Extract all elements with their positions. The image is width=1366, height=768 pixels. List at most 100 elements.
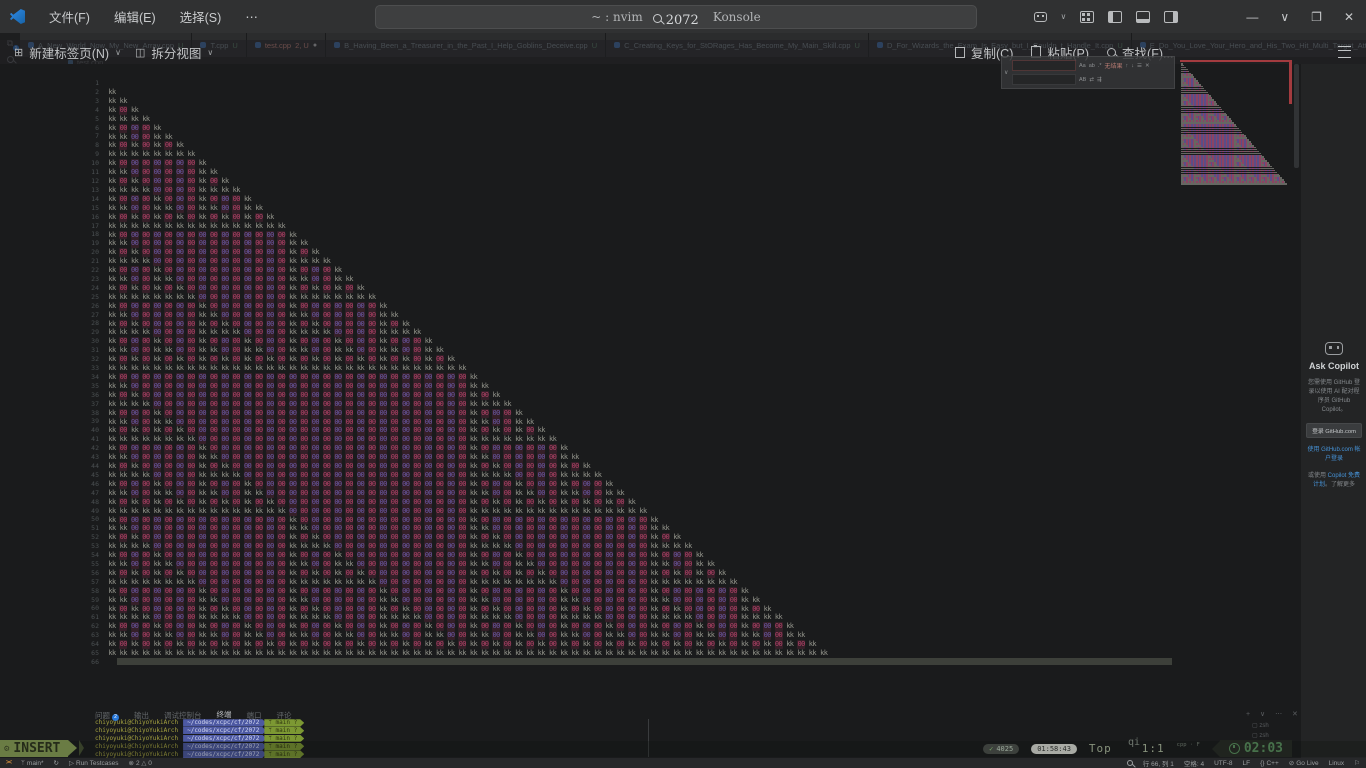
eol[interactable]: LF xyxy=(1243,760,1251,767)
indentation[interactable]: 空格: 4 xyxy=(1184,758,1204,768)
match-case-toggle[interactable]: Aa xyxy=(1079,63,1086,69)
git-branch[interactable]: ᛘmain* xyxy=(21,760,44,767)
terminal-list-item[interactable]: ▢ zsh xyxy=(1252,732,1269,739)
statusbar: >< ᛘmain* ↻ ▷Run Testcases ⊗2 △ 0 行 66, 列 1 空… xyxy=(0,758,1366,768)
terminal-list-item[interactable]: ▢ zsh xyxy=(1252,722,1269,729)
terminal-line: 26kkkk000000000000kkkk000000000000kkkk00… xyxy=(24,302,831,311)
timer-pill: 01:58:43 xyxy=(1031,744,1077,754)
minimap[interactable] xyxy=(1181,63,1287,185)
terminal-line: 63kk00kk00kk00kk00kk00kk00kk00kk00kk00kk… xyxy=(24,631,831,640)
terminal-line: 62kkkk0000kkkk0000kkkk0000kkkk0000kkkk00… xyxy=(24,622,831,631)
terminal-line: 13kk000000kk000000kk000000kk xyxy=(24,186,831,195)
regex-toggle[interactable]: .* xyxy=(1098,63,1102,69)
copilot-signin-button[interactable]: 登录 GitHub.com xyxy=(1306,423,1362,438)
terminal-line: 32kkkkkkkkkkkkkkkkkkkkkkkkkkkkkkkkkkkkkk… xyxy=(24,355,831,364)
terminal-line: 36kkkkkkkk000000000000000000000000000000… xyxy=(24,391,831,400)
copilot-icon[interactable] xyxy=(1034,12,1047,22)
prev-match-icon[interactable]: ↑ xyxy=(1126,63,1129,69)
terminal-line: 42kkkk000000000000kkkk000000000000000000… xyxy=(24,444,831,453)
next-match-icon[interactable]: ↓ xyxy=(1131,63,1134,69)
terminal-line: 51kk00kk00000000000000000000000000kk00kk… xyxy=(24,524,831,533)
window-close-button[interactable]: ✕ xyxy=(1340,10,1358,24)
copilot-face-icon xyxy=(1325,342,1343,355)
problems[interactable]: ⊗2 △ 0 xyxy=(129,759,152,767)
replace-all-icon[interactable]: ⇶ xyxy=(1097,77,1102,83)
minimap-modified-marker-top xyxy=(1180,60,1292,62)
terminal-line: 47kk00kk00kk00kk00kk00kk00kk00kk00000000… xyxy=(24,489,831,498)
command-center[interactable]: ~ : nvim 2072 Konsole xyxy=(375,5,977,29)
toggle-sidebar-icon[interactable] xyxy=(1108,11,1122,23)
replace-input[interactable] xyxy=(1012,74,1076,85)
terminal-line: 28kkkkkkkk00000000kkkkkkkk00000000kkkkkk… xyxy=(24,319,831,328)
clock-icon xyxy=(1229,743,1240,754)
vim-scroll-position: Top xyxy=(1089,742,1112,755)
close-icon[interactable]: ✕ xyxy=(1145,63,1150,69)
terminal-line: 22kkkk0000kkkk00000000000000000000kkkk00… xyxy=(24,266,831,275)
screen: 文件(F)编辑(E)选择(S)⋯ ← → ~ : nvim 2072 Konso… xyxy=(0,0,1366,768)
terminal-line: 59kk00kk0000000000kk00kk0000000000kk00kk… xyxy=(24,596,831,605)
preserve-case-toggle[interactable]: AB xyxy=(1079,77,1086,83)
nvim-buffer[interactable]: 1kk2kkkk3kk00kk4kkkkkkkk5kk000000kk6kkkk… xyxy=(24,79,831,667)
whole-word-toggle[interactable]: ab xyxy=(1089,63,1095,69)
chevron-down-icon[interactable]: ∨ xyxy=(1061,12,1067,21)
panel-action-icons[interactable]: + ∨ ⋯ ✕ xyxy=(1246,710,1302,718)
vim-statusline-right: ✓ 4025 01:58:43 Top 1:1 cpp · F 02:03 xyxy=(983,740,1292,757)
toggle-secondary-sidebar-icon[interactable] xyxy=(1164,11,1178,23)
prompt-row: chiyoyuki@ChiyoYukiArch~/codes/xcpc/cf/2… xyxy=(95,719,304,727)
terminal-line: 4kkkkkkkk xyxy=(24,106,831,115)
language-mode[interactable]: {}C++ xyxy=(1260,760,1279,767)
customize-layout-icon[interactable] xyxy=(1080,11,1094,23)
terminal-line: 34kkkk0000000000000000000000000000000000… xyxy=(24,373,831,382)
window-minimize-button[interactable]: — xyxy=(1242,10,1262,24)
run-testcases[interactable]: ▷Run Testcases xyxy=(69,759,119,767)
terminal-line: 11kk00kk0000000000kk00kk xyxy=(24,168,831,177)
vim-cursor-position: 1:1 xyxy=(1142,742,1165,755)
window-menu-chevron[interactable]: ∨ xyxy=(1276,10,1293,24)
konsole-scrollbar[interactable] xyxy=(1294,64,1299,168)
os-indicator[interactable]: Linux xyxy=(1329,760,1345,767)
terminal-line: 30kkkk0000kkkk0000kkkk0000kkkk0000kkkk00… xyxy=(24,337,831,346)
cursor-position[interactable]: 行 66, 列 1 xyxy=(1143,758,1174,768)
find-result-count: 无结果 xyxy=(1105,61,1123,70)
terminal-instance-list[interactable]: ▢ zsh ▢ zsh xyxy=(1252,722,1269,742)
terminal-line: 33kk000000000000000000000000000000000000… xyxy=(24,364,831,373)
search-icon xyxy=(653,14,662,23)
terminal-line: 44kkkkkkkk00000000kkkkkkkk00000000000000… xyxy=(24,462,831,471)
find-input[interactable] xyxy=(1012,60,1076,71)
terminal-line: 3kk00kk xyxy=(24,97,831,106)
sync-icon[interactable]: ↻ xyxy=(54,759,59,767)
menubar: 文件(F)编辑(E)选择(S)⋯ xyxy=(37,0,270,33)
titlebar-controls: ∨ — ∨ ❐ ✕ xyxy=(1034,0,1358,33)
split-view-button[interactable]: ◫ 拆分视图 ∨ xyxy=(135,43,213,62)
encoding[interactable]: UTF-8 xyxy=(1214,760,1232,767)
konsole-window-title-right: Konsole xyxy=(713,10,761,24)
copilot-title: Ask Copilot xyxy=(1301,361,1366,371)
hamburger-menu-icon[interactable] xyxy=(1338,46,1351,58)
notifications-icon[interactable]: ⚐ xyxy=(1354,759,1360,767)
terminal-line: 23kk00kk00kk00kk000000000000000000kk00kk… xyxy=(24,275,831,284)
copilot-signin-link[interactable]: 使用 GitHub.com 帐户登录 xyxy=(1307,446,1361,464)
terminal-line: 40kkkkkkkkkkkkkkkk0000000000000000000000… xyxy=(24,426,831,435)
menu-item-0[interactable]: 文件(F) xyxy=(37,0,102,33)
toggle-panel-icon[interactable] xyxy=(1136,11,1150,23)
terminal-line: 17kk000000000000000000000000000000kk xyxy=(24,222,831,231)
replace-icon[interactable]: ⇄ xyxy=(1089,77,1094,83)
window-restore-button[interactable]: ❐ xyxy=(1307,10,1326,24)
clock-time: 02:03 xyxy=(1244,741,1283,756)
remote-indicator[interactable]: >< xyxy=(6,760,11,766)
prompt-row: chiyoyuki@ChiyoYukiArch~/codes/xcpc/cf/2… xyxy=(95,727,304,735)
gear-icon: ⚙ xyxy=(4,744,9,754)
terminal-line: 7kk00kk00kk00kk xyxy=(24,132,831,141)
copilot-panel: Ask Copilot 您需使用 GitHub 登录以使用 AI 配对程序员 G… xyxy=(1300,64,1366,758)
find-in-selection-icon[interactable]: ☰ xyxy=(1137,63,1142,69)
workspace-name: 2072 xyxy=(666,13,699,28)
menu-item-2[interactable]: 选择(S) xyxy=(168,0,234,33)
new-tab-button[interactable]: ⊞ 新建标签页(N) ∨ xyxy=(14,43,121,62)
search-indicator[interactable] xyxy=(1127,760,1133,766)
go-live[interactable]: ⊘Go Live xyxy=(1289,759,1319,767)
menu-item-1[interactable]: 编辑(E) xyxy=(102,0,168,33)
terminal-line: 45kk000000kk000000kk000000kk000000000000… xyxy=(24,471,831,480)
toggle-replace-chevron[interactable]: ∨ xyxy=(1004,69,1008,76)
menu-item-3[interactable]: ⋯ xyxy=(233,0,270,33)
terminal-line: 25kk00000000000000kk00000000000000kk0000… xyxy=(24,293,831,302)
